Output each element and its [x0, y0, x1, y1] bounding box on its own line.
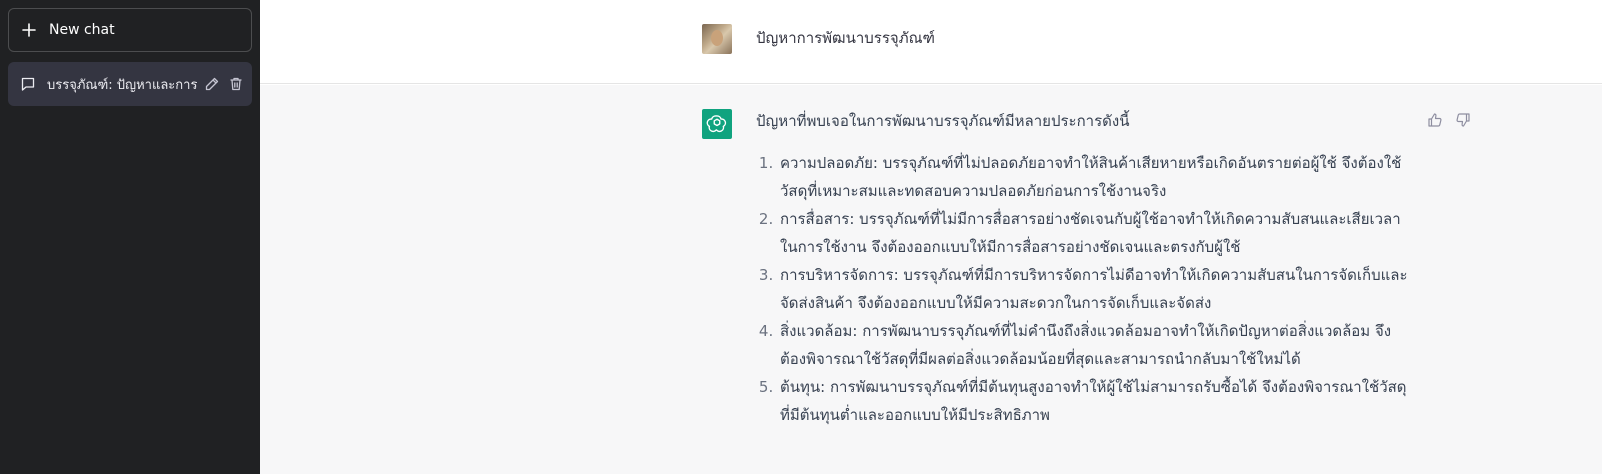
pencil-icon[interactable]: [203, 75, 221, 93]
feedback-buttons: [1426, 111, 1472, 129]
new-chat-button[interactable]: New chat: [8, 8, 252, 52]
list-item: ความปลอดภัย: บรรจุภัณฑ์ที่ไม่ปลอดภัยอาจท…: [778, 149, 1416, 205]
user-message-text: ปัญหาการพัฒนาบรรจุภัณฑ์: [756, 29, 935, 47]
chat-main: ปัญหาการพัฒนาบรรจุภัณฑ์ ปัญหาที่พบเจอในก…: [260, 0, 1602, 474]
conversation-actions: [203, 75, 245, 93]
sidebar: New chat บรรจุภัณฑ์: ปัญหาและการ: [0, 0, 260, 474]
conversation-title: บรรจุภัณฑ์: ปัญหาและการ: [47, 77, 197, 93]
user-avatar: [702, 24, 732, 54]
openai-logo-icon: [702, 109, 732, 139]
plus-icon: [21, 22, 37, 38]
new-chat-label: New chat: [49, 22, 115, 38]
trash-icon[interactable]: [227, 75, 245, 93]
user-message-row: ปัญหาการพัฒนาบรรจุภัณฑ์: [260, 0, 1602, 84]
answer-intro: ปัญหาที่พบเจอในการพัฒนาบรรจุภัณฑ์มีหลายป…: [756, 112, 1130, 130]
scrollbar[interactable]: [1594, 0, 1602, 474]
list-item: สิ่งแวดล้อม: การพัฒนาบรรจุภัณฑ์ที่ไม่คำน…: [778, 317, 1416, 373]
assistant-answer: ปัญหาที่พบเจอในการพัฒนาบรรจุภัณฑ์มีหลายป…: [756, 111, 1416, 429]
conversation-item[interactable]: บรรจุภัณฑ์: ปัญหาและการ: [8, 62, 252, 106]
list-item: ต้นทุน: การพัฒนาบรรจุภัณฑ์ที่มีต้นทุนสูง…: [778, 373, 1416, 429]
thumbs-up-icon[interactable]: [1426, 111, 1444, 129]
list-item: การบริหารจัดการ: บรรจุภัณฑ์ที่มีการบริหา…: [778, 261, 1416, 317]
assistant-message-row: ปัญหาที่พบเจอในการพัฒนาบรรจุภัณฑ์มีหลายป…: [260, 85, 1602, 474]
thumbs-down-icon[interactable]: [1454, 111, 1472, 129]
chat-bubble-icon: [20, 76, 36, 92]
list-item: การสื่อสาร: บรรจุภัณฑ์ที่ไม่มีการสื่อสาร…: [778, 205, 1416, 261]
answer-list: ความปลอดภัย: บรรจุภัณฑ์ที่ไม่ปลอดภัยอาจท…: [756, 149, 1416, 429]
